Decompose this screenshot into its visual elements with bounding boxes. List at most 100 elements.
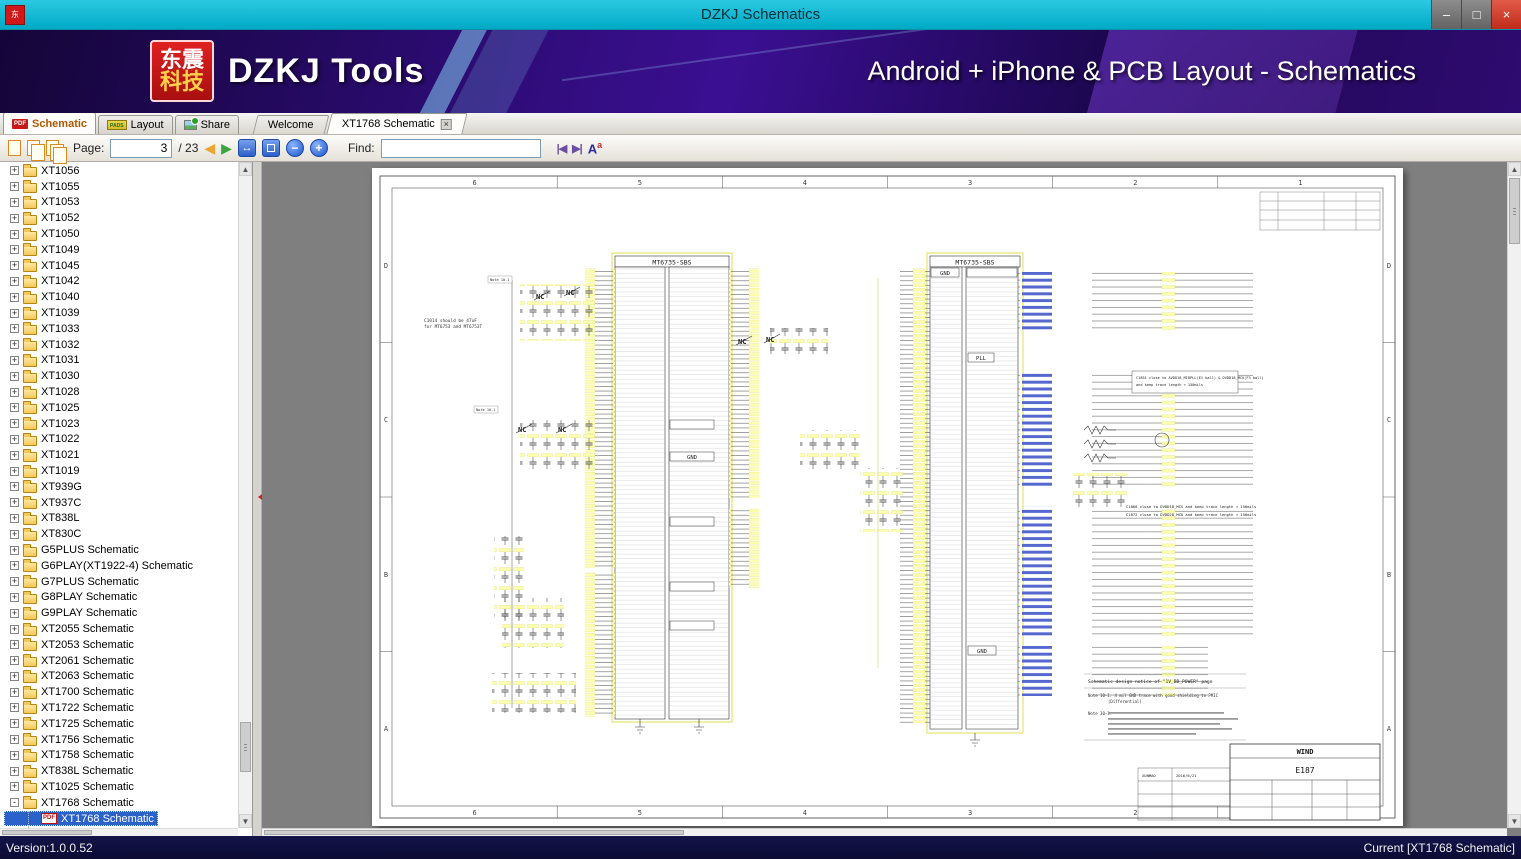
- expand-icon[interactable]: +: [10, 403, 19, 413]
- tree-item[interactable]: + G8PLAY Schematic: [4, 590, 141, 606]
- tree-item[interactable]: + XT1033: [4, 321, 84, 337]
- tab-share[interactable]: Share: [174, 115, 239, 134]
- single-page-view-icon[interactable]: [8, 140, 21, 156]
- tree-hscroll-thumb[interactable]: [2, 830, 92, 835]
- tree-item[interactable]: + XT1021: [4, 447, 84, 463]
- expand-icon[interactable]: +: [10, 276, 19, 286]
- expand-icon[interactable]: +: [10, 703, 19, 713]
- expand-icon[interactable]: +: [10, 482, 19, 492]
- doc-tab-xt1768-schematic[interactable]: XT1768 Schematic ×: [325, 113, 468, 134]
- expand-icon[interactable]: +: [10, 719, 19, 729]
- scroll-up-icon[interactable]: ▲: [239, 162, 252, 176]
- fit-width-button[interactable]: ↔: [237, 139, 256, 157]
- fit-page-button[interactable]: [261, 139, 280, 157]
- minimize-button[interactable]: –: [1431, 0, 1461, 29]
- page-input[interactable]: [110, 138, 173, 158]
- expand-icon[interactable]: +: [10, 182, 19, 192]
- tree-item[interactable]: + XT1053: [4, 195, 84, 211]
- expand-icon[interactable]: +: [10, 261, 19, 271]
- tree-item[interactable]: + G6PLAY(XT1922-4) Schematic: [4, 558, 197, 574]
- tree-vertical-scrollbar[interactable]: ▲ ▼: [238, 162, 252, 828]
- viewer-hscroll-thumb[interactable]: [264, 830, 684, 835]
- tree-item[interactable]: + G5PLUS Schematic: [4, 542, 143, 558]
- prev-page-button[interactable]: ◀: [204, 141, 215, 155]
- tree-horizontal-scrollbar[interactable]: [0, 828, 238, 836]
- viewer-scroll-down-icon[interactable]: ▼: [1508, 814, 1521, 828]
- tree-item[interactable]: + XT1031: [4, 353, 84, 369]
- tree-scrollbar-thumb[interactable]: [240, 722, 251, 772]
- tree-item[interactable]: + XT1722 Schematic: [4, 700, 138, 716]
- collapse-icon[interactable]: -: [10, 798, 19, 808]
- tree-item[interactable]: + G7PLUS Schematic: [4, 574, 143, 590]
- tree-item[interactable]: + XT1022: [4, 432, 84, 448]
- tree-item[interactable]: + XT1050: [4, 226, 84, 242]
- tree-item[interactable]: + XT2063 Schematic: [4, 669, 138, 685]
- tree-item[interactable]: + XT1055: [4, 179, 84, 195]
- tree-item[interactable]: + XT1028: [4, 384, 84, 400]
- tree-item[interactable]: + XT1049: [4, 242, 84, 258]
- expand-icon[interactable]: +: [10, 308, 19, 318]
- expand-icon[interactable]: +: [10, 213, 19, 223]
- next-page-button[interactable]: ▶: [221, 141, 232, 155]
- tree-item[interactable]: + XT1025: [4, 400, 84, 416]
- tree-item[interactable]: + XT1030: [4, 368, 84, 384]
- tree-item[interactable]: + XT1056: [4, 163, 84, 179]
- tree-item[interactable]: + XT830C: [4, 526, 85, 542]
- find-next-button[interactable]: ▶|: [572, 142, 583, 155]
- tree-item[interactable]: + XT2053 Schematic: [4, 637, 138, 653]
- viewer-vertical-scrollbar[interactable]: ▲ ▼: [1507, 162, 1521, 828]
- expand-icon[interactable]: +: [10, 513, 19, 523]
- tree-item[interactable]: + XT1725 Schematic: [4, 716, 138, 732]
- zoom-in-button[interactable]: +: [309, 139, 328, 157]
- tree-item[interactable]: + XT838L Schematic: [4, 763, 138, 779]
- expand-icon[interactable]: +: [10, 608, 19, 618]
- expand-icon[interactable]: +: [10, 450, 19, 460]
- expand-icon[interactable]: +: [10, 324, 19, 334]
- expand-icon[interactable]: +: [10, 656, 19, 666]
- expand-icon[interactable]: +: [10, 340, 19, 350]
- expand-icon[interactable]: +: [10, 355, 19, 365]
- expand-icon[interactable]: +: [10, 750, 19, 760]
- tree-item[interactable]: + XT1039: [4, 305, 84, 321]
- expand-icon[interactable]: +: [10, 466, 19, 476]
- tree-item[interactable]: + XT838L: [4, 511, 84, 527]
- expand-icon[interactable]: +: [10, 387, 19, 397]
- viewer-scroll-up-icon[interactable]: ▲: [1508, 162, 1521, 176]
- expand-icon[interactable]: +: [10, 671, 19, 681]
- multi-page-view-icon[interactable]: [46, 140, 67, 164]
- expand-icon[interactable]: +: [10, 166, 19, 176]
- close-tab-icon[interactable]: ×: [440, 118, 452, 130]
- tree-item[interactable]: - XT1768 Schematic: [4, 795, 138, 811]
- tree-item[interactable]: + XT1700 Schematic: [4, 684, 138, 700]
- tree-item[interactable]: + XT1042: [4, 274, 84, 290]
- expand-icon[interactable]: +: [10, 529, 19, 539]
- expand-icon[interactable]: +: [10, 577, 19, 587]
- tree-item[interactable]: + XT1025 Schematic: [4, 779, 138, 795]
- expand-icon[interactable]: +: [10, 624, 19, 634]
- expand-icon[interactable]: +: [10, 434, 19, 444]
- expand-icon[interactable]: +: [10, 687, 19, 697]
- tree-item[interactable]: + XT1758 Schematic: [4, 747, 138, 763]
- sidebar-splitter[interactable]: [253, 162, 265, 836]
- tree-item[interactable]: + XT2055 Schematic: [4, 621, 138, 637]
- match-case-button[interactable]: Aa: [588, 140, 602, 156]
- find-input[interactable]: [380, 138, 541, 158]
- tree-item[interactable]: + XT1756 Schematic: [4, 732, 138, 748]
- continuous-view-icon[interactable]: [27, 140, 45, 161]
- tree-item[interactable]: + XT1023: [4, 416, 84, 432]
- expand-icon[interactable]: +: [10, 419, 19, 429]
- tree-item[interactable]: + XT1052: [4, 210, 84, 226]
- expand-icon[interactable]: +: [10, 561, 19, 571]
- expand-icon[interactable]: +: [10, 371, 19, 381]
- maximize-button[interactable]: □: [1461, 0, 1491, 29]
- expand-icon[interactable]: +: [10, 640, 19, 650]
- expand-icon[interactable]: +: [10, 592, 19, 602]
- zoom-out-button[interactable]: −: [285, 139, 304, 157]
- tree-item[interactable]: + XT1045: [4, 258, 84, 274]
- viewer-horizontal-scrollbar[interactable]: [262, 828, 1507, 836]
- tree-item[interactable]: + XT1019: [4, 463, 84, 479]
- expand-icon[interactable]: +: [10, 735, 19, 745]
- find-prev-button[interactable]: |◀: [557, 142, 568, 155]
- expand-icon[interactable]: +: [10, 782, 19, 792]
- tab-layout[interactable]: PADS Layout: [98, 115, 173, 134]
